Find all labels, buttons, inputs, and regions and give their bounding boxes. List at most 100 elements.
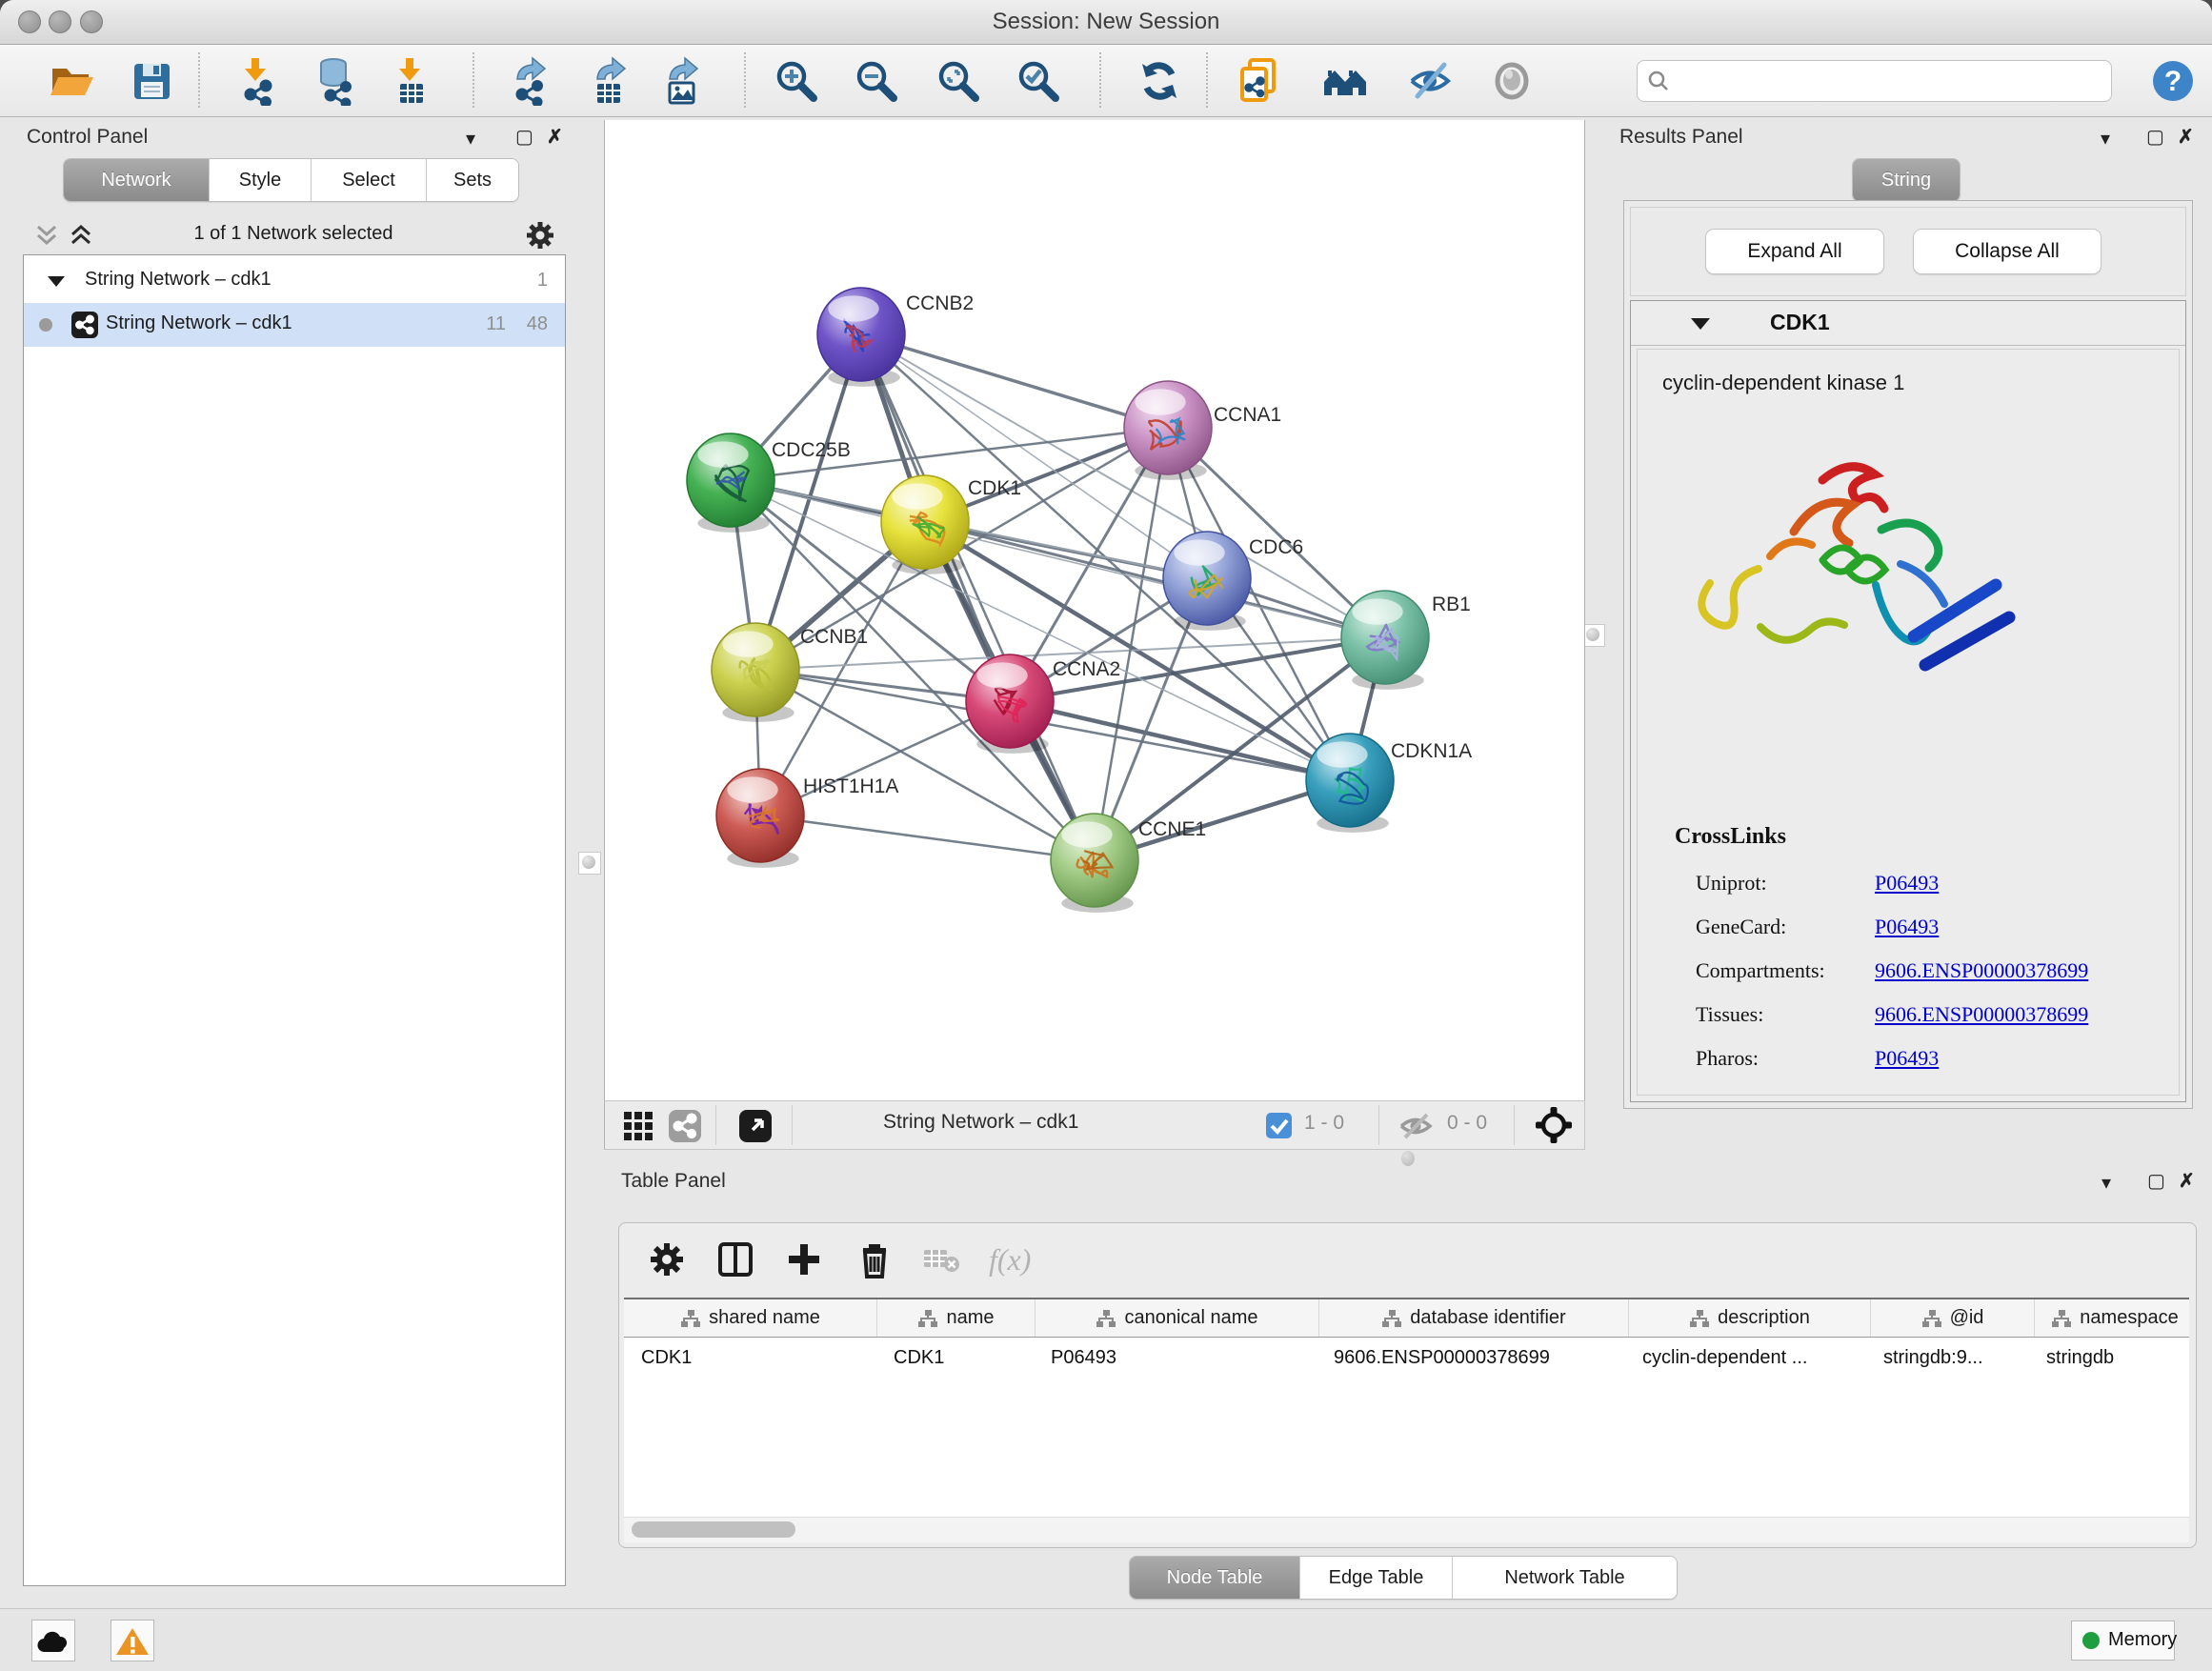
first-neighbors-icon[interactable] xyxy=(1320,56,1370,106)
network-canvas[interactable]: CCNB2CCNA1CDC25BCDK1CDC6RB1CCNB1CCNA2CDK… xyxy=(604,120,1585,1100)
tab-network[interactable]: Network xyxy=(64,159,210,201)
zoom-selected-icon[interactable] xyxy=(1014,56,1063,106)
grid-view-icon[interactable] xyxy=(622,1108,656,1142)
column-header[interactable]: canonical name xyxy=(1036,1299,1319,1337)
column-header[interactable]: description xyxy=(1629,1299,1871,1337)
tab-network-table[interactable]: Network Table xyxy=(1453,1557,1677,1599)
control-panel-float-icon[interactable]: ▢ xyxy=(515,128,533,147)
zoom-fit-icon[interactable] xyxy=(934,56,983,106)
network-options-gear-icon[interactable] xyxy=(524,219,556,252)
crosslink-uniprot-link[interactable]: P06493 xyxy=(1875,871,1939,896)
cell-database-identifier[interactable]: 9606.ENSP00000378699 xyxy=(1317,1338,1625,1378)
tab-style[interactable]: Style xyxy=(210,159,312,201)
tab-sets[interactable]: Sets xyxy=(427,159,518,201)
table-panel-menu-icon[interactable]: ▾ xyxy=(2101,1174,2111,1193)
warning-status-button[interactable] xyxy=(111,1620,154,1661)
table-horizontal-scrollbar[interactable] xyxy=(624,1517,2189,1542)
column-header[interactable]: @id xyxy=(1871,1299,2035,1337)
scrollbar-thumb[interactable] xyxy=(632,1521,795,1538)
import-table-icon[interactable] xyxy=(387,56,436,106)
collapse-all-button[interactable]: Collapse All xyxy=(1913,229,2101,274)
tab-select[interactable]: Select xyxy=(312,159,427,201)
column-type-icon xyxy=(1921,1309,1942,1328)
collapse-all-chevron-icon[interactable] xyxy=(34,223,59,248)
cell-namespace[interactable]: stringdb xyxy=(2029,1338,2189,1378)
title-bar: Session: New Session xyxy=(0,0,2212,45)
detach-view-icon[interactable] xyxy=(738,1108,773,1142)
cloud-icon xyxy=(35,1627,71,1656)
graph-node-HIST1H1A[interactable] xyxy=(716,769,804,868)
new-network-from-selection-icon[interactable] xyxy=(1235,56,1284,106)
selected-count: 1 - 0 xyxy=(1304,1112,1344,1135)
results-panel-menu-icon[interactable]: ▾ xyxy=(2101,130,2110,149)
save-session-icon[interactable] xyxy=(127,56,176,106)
show-all-icon[interactable] xyxy=(1487,56,1537,106)
collection-expander-icon[interactable] xyxy=(47,274,66,288)
hidden-count: 0 - 0 xyxy=(1447,1112,1487,1135)
cell-canonical-name[interactable]: P06493 xyxy=(1034,1338,1317,1378)
table-panel-float-icon[interactable]: ▢ xyxy=(2147,1172,2165,1191)
graph-node-CCNE1[interactable] xyxy=(1051,814,1138,913)
apply-layout-icon[interactable] xyxy=(1135,56,1184,106)
memory-button[interactable]: Memory xyxy=(2071,1621,2175,1661)
network-view-icon[interactable] xyxy=(668,1108,702,1142)
gene-expander-icon[interactable] xyxy=(1690,316,1711,331)
tab-edge-table[interactable]: Edge Table xyxy=(1300,1557,1453,1599)
table-row[interactable]: CDK1 CDK1 P06493 9606.ENSP00000378699 cy… xyxy=(624,1338,2189,1378)
tab-node-table[interactable]: Node Table xyxy=(1130,1557,1300,1599)
results-panel-float-icon[interactable]: ▢ xyxy=(2146,128,2164,147)
graph-node-CDC25B[interactable] xyxy=(687,433,774,533)
results-panel-close-icon[interactable]: ✗ xyxy=(2178,128,2194,147)
create-column-icon[interactable] xyxy=(783,1238,825,1280)
show-columns-icon[interactable] xyxy=(714,1238,756,1280)
cell-description[interactable]: cyclin-dependent ... xyxy=(1625,1338,1866,1378)
import-network-from-database-icon[interactable] xyxy=(311,56,360,106)
graph-node-CDC6[interactable] xyxy=(1163,532,1251,631)
graph-node-RB1[interactable] xyxy=(1341,591,1429,690)
control-panel-menu-icon[interactable]: ▾ xyxy=(466,130,475,149)
column-header[interactable]: namespace xyxy=(2035,1299,2189,1337)
network-row[interactable]: String Network – cdk1 11 48 xyxy=(24,303,565,347)
network-collection-row[interactable]: String Network – cdk1 1 xyxy=(24,259,565,303)
gene-section-header[interactable]: CDK1 xyxy=(1631,301,2185,346)
crosslink-tissues-link[interactable]: 9606.ENSP00000378699 xyxy=(1875,1002,2088,1027)
open-session-icon[interactable] xyxy=(47,56,96,106)
column-header[interactable]: database identifier xyxy=(1319,1299,1629,1337)
control-panel-close-icon[interactable]: ✗ xyxy=(547,128,563,147)
cell-name[interactable]: CDK1 xyxy=(876,1338,1034,1378)
graph-node-CCNA1[interactable] xyxy=(1124,381,1212,480)
graph-node-CCNB2[interactable] xyxy=(817,288,905,387)
hide-selected-icon[interactable] xyxy=(1405,56,1455,106)
export-network-icon[interactable] xyxy=(506,56,555,106)
search-input[interactable] xyxy=(1679,63,2102,99)
right-splitter-grip[interactable] xyxy=(1582,624,1605,647)
left-splitter-grip[interactable] xyxy=(578,852,601,875)
crosslink-compartments-link[interactable]: 9606.ENSP00000378699 xyxy=(1875,958,2088,983)
column-header[interactable]: name xyxy=(877,1299,1036,1337)
export-table-icon[interactable] xyxy=(586,56,635,106)
graph-node-CCNB1[interactable] xyxy=(712,623,799,722)
graph-node-CDKN1A[interactable] xyxy=(1306,734,1394,833)
crosslink-label: GeneCard: xyxy=(1696,915,1786,939)
zoom-in-icon[interactable] xyxy=(772,56,821,106)
svg-text:?: ? xyxy=(2164,66,2182,97)
string-network-graph[interactable]: CCNB2CCNA1CDC25BCDK1CDC6RB1CCNB1CCNA2CDK… xyxy=(605,120,1584,1100)
delete-column-icon[interactable] xyxy=(854,1238,895,1280)
selected-checkbox-icon[interactable] xyxy=(1266,1113,1292,1138)
crosslink-pharos-link[interactable]: P06493 xyxy=(1875,1046,1939,1071)
cell-id[interactable]: stringdb:9... xyxy=(1866,1338,2029,1378)
import-network-icon[interactable] xyxy=(232,56,282,106)
table-panel-close-icon[interactable]: ✗ xyxy=(2179,1172,2195,1191)
expand-all-button[interactable]: Expand All xyxy=(1705,229,1884,274)
column-header[interactable]: shared name xyxy=(624,1299,877,1337)
help-icon[interactable]: ? xyxy=(2148,56,2198,106)
zoom-out-icon[interactable] xyxy=(852,56,901,106)
table-options-gear-icon[interactable] xyxy=(646,1238,688,1280)
cell-shared-name[interactable]: CDK1 xyxy=(624,1338,876,1378)
export-image-icon[interactable] xyxy=(658,56,708,106)
tab-string[interactable]: String xyxy=(1853,159,1960,201)
crosslink-genecard-link[interactable]: P06493 xyxy=(1875,915,1939,939)
cloud-status-button[interactable] xyxy=(31,1620,75,1661)
bottom-splitter-grip[interactable] xyxy=(1401,1151,1415,1166)
birds-eye-crosshair-icon[interactable] xyxy=(1535,1106,1573,1144)
